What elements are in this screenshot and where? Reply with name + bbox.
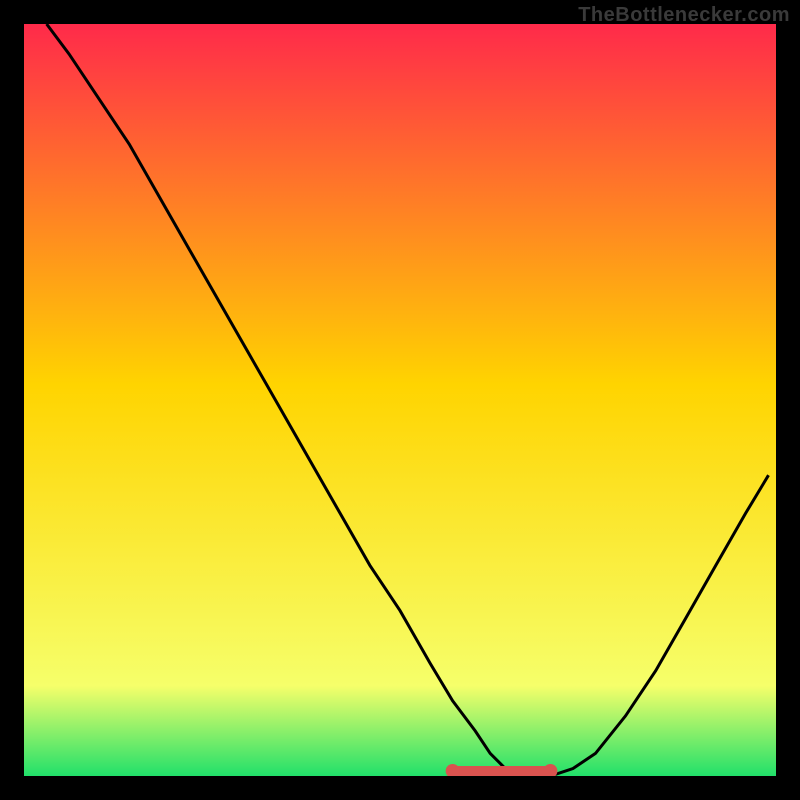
chart-frame — [24, 24, 776, 776]
bottleneck-chart — [24, 24, 776, 776]
chart-background — [24, 24, 776, 776]
watermark-text: TheBottlenecker.com — [578, 4, 790, 27]
